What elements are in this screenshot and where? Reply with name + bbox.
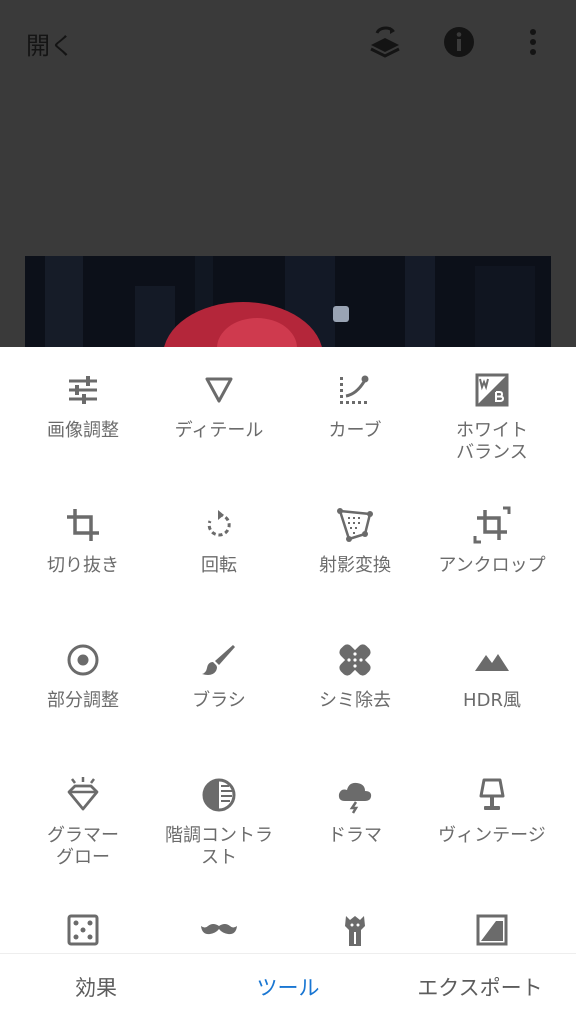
tool-hdr[interactable]: HDR風 (420, 640, 564, 712)
tool-label: ヴィンテージ (438, 825, 546, 846)
crop-icon (67, 509, 99, 541)
tool-label: カーブ (328, 420, 382, 441)
tool-details[interactable]: ディテール (147, 370, 291, 442)
tool-label: ディテール (174, 420, 264, 441)
wb-icon (475, 373, 509, 407)
tool-perspective[interactable]: 射影変換 (283, 505, 427, 577)
tool-selective[interactable]: 部分調整 (11, 640, 155, 712)
tab-export[interactable]: エクスポート (400, 972, 560, 1002)
mountains-icon (475, 654, 509, 671)
tool-tune-image[interactable]: 画像調整 (11, 370, 155, 442)
selective-icon (67, 644, 99, 676)
tool-tonal-contrast[interactable]: 階調コントラ スト (147, 775, 291, 869)
photo-preview (25, 256, 551, 348)
tool-rotate[interactable]: 回転 (147, 505, 291, 577)
tool-label: 階調コントラ スト (165, 825, 273, 868)
tab-looks[interactable]: 効果 (30, 972, 162, 1002)
frame-icon (476, 914, 508, 946)
healing-icon (339, 644, 371, 676)
rotate-icon (207, 510, 231, 537)
tool-vintage[interactable]: ヴィンテージ (420, 775, 564, 847)
stack-refresh-icon[interactable] (365, 22, 405, 62)
more-vert-icon[interactable] (513, 22, 553, 62)
bottom-nav: 効果 ツール エクスポート (0, 953, 576, 1025)
tool-healing[interactable]: シミ除去 (283, 640, 427, 712)
curve-icon (340, 375, 369, 404)
tool-curves[interactable]: カーブ (283, 370, 427, 442)
tool-label: 射影変換 (319, 555, 391, 576)
tool-label: 部分調整 (47, 690, 119, 711)
top-app-bar: 開く (0, 0, 576, 90)
perspective-icon (337, 508, 373, 542)
lamp-icon (479, 778, 505, 810)
open-button[interactable]: 開く (26, 26, 74, 61)
tool-label: 画像調整 (47, 420, 119, 441)
tool-label: アンクロップ (438, 555, 546, 576)
tab-tools[interactable]: ツール (222, 972, 354, 1002)
uncrop-icon (473, 506, 511, 544)
tool-label: シミ除去 (319, 690, 391, 711)
guitar-icon (345, 916, 365, 946)
info-icon[interactable] (439, 22, 479, 62)
tool-label: HDR風 (463, 690, 521, 711)
tune-icon (69, 376, 97, 404)
tool-glamour-glow[interactable]: グラマー グロー (11, 775, 155, 869)
mustache-icon (201, 924, 237, 935)
tool-drama[interactable]: ドラマ (283, 775, 427, 847)
diamond-glow-icon (67, 777, 99, 811)
tools-sheet: 画像調整 ディテール カーブ ホワイト バランス 切り抜き 回転 射影変換 アン… (0, 347, 576, 1024)
tool-brush[interactable]: ブラシ (147, 640, 291, 712)
tool-uncrop[interactable]: アンクロップ (420, 505, 564, 577)
tool-label: ブラシ (192, 690, 246, 711)
brush-icon (202, 645, 235, 675)
tonal-contrast-icon (202, 778, 236, 812)
dice-icon (67, 914, 99, 946)
tool-white-balance[interactable]: ホワイト バランス (420, 370, 564, 464)
triangle-down-icon (205, 377, 233, 403)
tool-label: グラマー グロー (47, 825, 119, 868)
cloud-drama-icon (338, 782, 372, 814)
tool-label: 回転 (201, 555, 237, 576)
tool-label: ホワイト バランス (456, 420, 528, 463)
tool-crop[interactable]: 切り抜き (11, 505, 155, 577)
tool-label: ドラマ (328, 825, 382, 846)
tool-label: 切り抜き (47, 555, 119, 576)
